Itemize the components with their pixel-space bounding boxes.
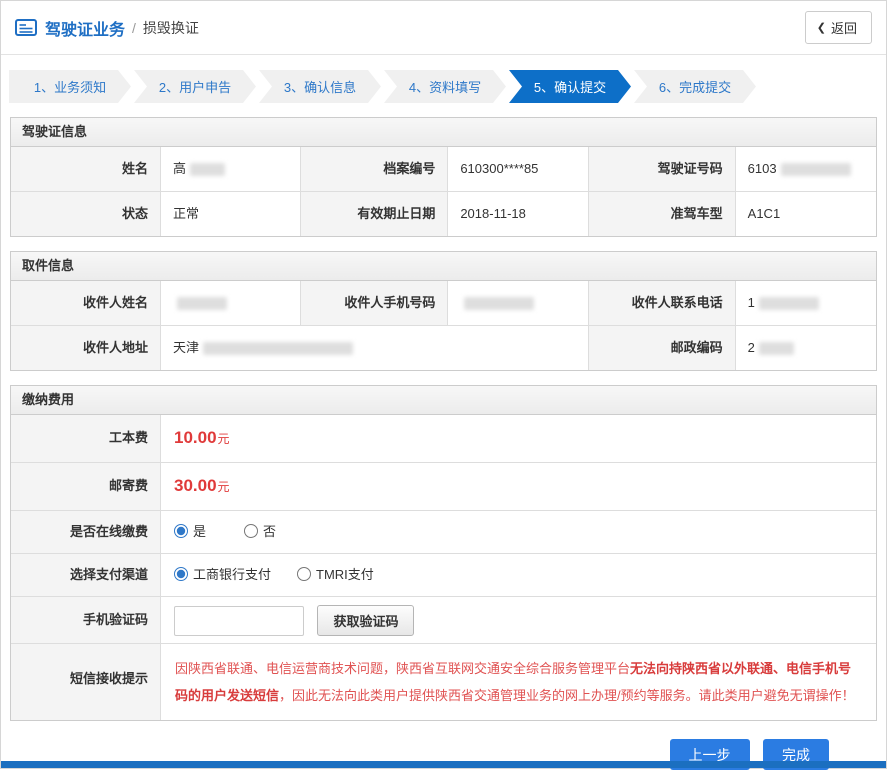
card-fee-amount: 10.00 (174, 428, 217, 447)
contact-phone-value: 1 (735, 281, 876, 325)
step-2-declaration: 2、用户申告 (134, 70, 256, 103)
sms-tip-text: 因陕西省联通、电信运营商技术问题，陕西省互联网交通安全综合服务管理平台无法向持陕… (175, 661, 855, 703)
sms-code-cell: 获取验证码 (161, 597, 876, 643)
pay-channel-options: 工商银行支付 TMRI支付 (161, 554, 876, 596)
post-fee-label: 邮寄费 (11, 463, 161, 510)
file-no-value: 610300****85 (448, 147, 589, 191)
online-pay-no-label: 否 (263, 524, 277, 539)
redacted-value (758, 342, 794, 356)
recipient-name-label: 收件人姓名 (11, 281, 161, 325)
redacted-value (780, 163, 851, 177)
redacted-value (758, 297, 819, 311)
sms-tip-label: 短信接收提示 (11, 644, 161, 720)
step-6-complete: 6、完成提交 (634, 70, 756, 103)
online-pay-yes-radio[interactable] (174, 524, 188, 538)
vehicle-type-label: 准驾车型 (588, 192, 736, 236)
license-card-icon (15, 19, 37, 36)
sms-tip-row: 短信接收提示 因陕西省联通、电信运营商技术问题，陕西省互联网交通安全综合服务管理… (11, 643, 876, 720)
status-label: 状态 (11, 192, 161, 236)
table-row: 状态 正常 有效期止日期 2018-11-18 准驾车型 A1C1 (11, 191, 876, 236)
channel-tmri-option[interactable]: TMRI支付 (297, 554, 374, 596)
contact-phone-label: 收件人联系电话 (588, 281, 736, 325)
online-pay-options: 是 否 (161, 511, 876, 553)
online-pay-yes-label: 是 (193, 524, 207, 539)
bottom-bar (1, 761, 886, 768)
table-row: 收件人姓名 收件人手机号码 收件人联系电话 1 (11, 281, 876, 325)
address-label: 收件人地址 (11, 326, 161, 370)
expiry-label: 有效期止日期 (301, 192, 449, 236)
back-button[interactable]: ❮ 返回 (804, 11, 872, 44)
recipient-phone-label: 收件人手机号码 (301, 281, 449, 325)
channel-tmri-label: TMRI支付 (316, 567, 374, 582)
redacted-value (177, 297, 227, 311)
card-fee-value: 10.00元 (161, 415, 876, 462)
fee-unit: 元 (217, 432, 230, 446)
card-fee-label: 工本费 (11, 415, 161, 462)
pay-channel-row: 选择支付渠道 工商银行支付 TMRI支付 (11, 553, 876, 596)
pay-channel-label: 选择支付渠道 (11, 554, 161, 596)
sms-code-input[interactable] (174, 605, 304, 636)
license-no-value: 6103 (735, 147, 876, 191)
step-nav: 1、业务须知 2、用户申告 3、确认信息 4、资料填写 5、确认提交 6、完成提… (9, 70, 878, 103)
pickup-info-section: 取件信息 收件人姓名 收件人手机号码 收件人联系电话 1 收件人地址 天津 邮政… (10, 251, 877, 371)
page: 驾驶证业务 / 损毁换证 ❮ 返回 1、业务须知 2、用户申告 3、确认信息 4… (0, 0, 887, 770)
channel-icbc-label: 工商银行支付 (193, 567, 272, 582)
table-row: 姓名 高 档案编号 610300****85 驾驶证号码 6103 (11, 147, 876, 191)
breadcrumb-current: 损毁换证 (142, 19, 199, 36)
online-pay-row: 是否在线缴费 是 否 (11, 510, 876, 553)
channel-tmri-radio[interactable] (297, 567, 312, 581)
online-pay-label: 是否在线缴费 (11, 511, 161, 553)
online-pay-yes-option[interactable]: 是 (174, 511, 206, 553)
license-info-section: 驾驶证信息 姓名 高 档案编号 610300****85 驾驶证号码 6103 … (10, 117, 877, 237)
post-fee-row: 邮寄费 30.00元 (11, 462, 876, 510)
license-no-label: 驾驶证号码 (588, 147, 736, 191)
step-4-fill-data: 4、资料填写 (384, 70, 506, 103)
postcode-label: 邮政编码 (588, 326, 736, 370)
recipient-name-value (161, 281, 302, 325)
pickup-info-title: 取件信息 (11, 252, 876, 281)
name-value: 高 (161, 147, 302, 191)
file-no-label: 档案编号 (301, 147, 449, 191)
channel-icbc-option[interactable]: 工商银行支付 (174, 554, 271, 596)
redacted-value (190, 163, 226, 177)
channel-icbc-radio[interactable] (174, 567, 188, 581)
post-fee-amount: 30.00 (174, 476, 217, 495)
postcode-value: 2 (735, 326, 876, 370)
sms-code-row: 手机验证码 获取验证码 (11, 596, 876, 643)
fees-title: 缴纳费用 (11, 386, 876, 415)
step-5-confirm-submit: 5、确认提交 (509, 70, 631, 103)
name-label: 姓名 (11, 147, 161, 191)
online-pay-no-radio[interactable] (244, 524, 259, 538)
step-3-confirm-info: 3、确认信息 (259, 70, 381, 103)
status-value: 正常 (161, 192, 302, 236)
online-pay-no-option[interactable]: 否 (244, 511, 276, 553)
page-title: 驾驶证业务 (45, 21, 126, 39)
sms-tip-cell: 因陕西省联通、电信运营商技术问题，陕西省互联网交通安全综合服务管理平台无法向持陕… (161, 644, 876, 720)
back-button-label: 返回 (830, 21, 857, 36)
recipient-phone-value (448, 281, 589, 325)
address-value: 天津 (161, 326, 589, 370)
license-info-title: 驾驶证信息 (11, 118, 876, 147)
redacted-value (203, 342, 354, 356)
redacted-value (464, 297, 535, 311)
sms-code-label: 手机验证码 (11, 597, 161, 643)
page-header: 驾驶证业务 / 损毁换证 ❮ 返回 (1, 1, 886, 55)
get-code-button[interactable]: 获取验证码 (317, 605, 415, 636)
table-row: 收件人地址 天津 邮政编码 2 (11, 325, 876, 370)
step-1-notice: 1、业务须知 (9, 70, 131, 103)
expiry-value: 2018-11-18 (448, 192, 589, 236)
breadcrumb-separator: / (132, 19, 136, 36)
fee-unit: 元 (217, 480, 230, 494)
card-fee-row: 工本费 10.00元 (11, 415, 876, 462)
vehicle-type-value: A1C1 (735, 192, 876, 236)
chevron-left-icon: ❮ (816, 22, 826, 34)
post-fee-value: 30.00元 (161, 463, 876, 510)
fees-section: 缴纳费用 工本费 10.00元 邮寄费 30.00元 是否在线缴费 是 否 选择… (10, 385, 877, 721)
